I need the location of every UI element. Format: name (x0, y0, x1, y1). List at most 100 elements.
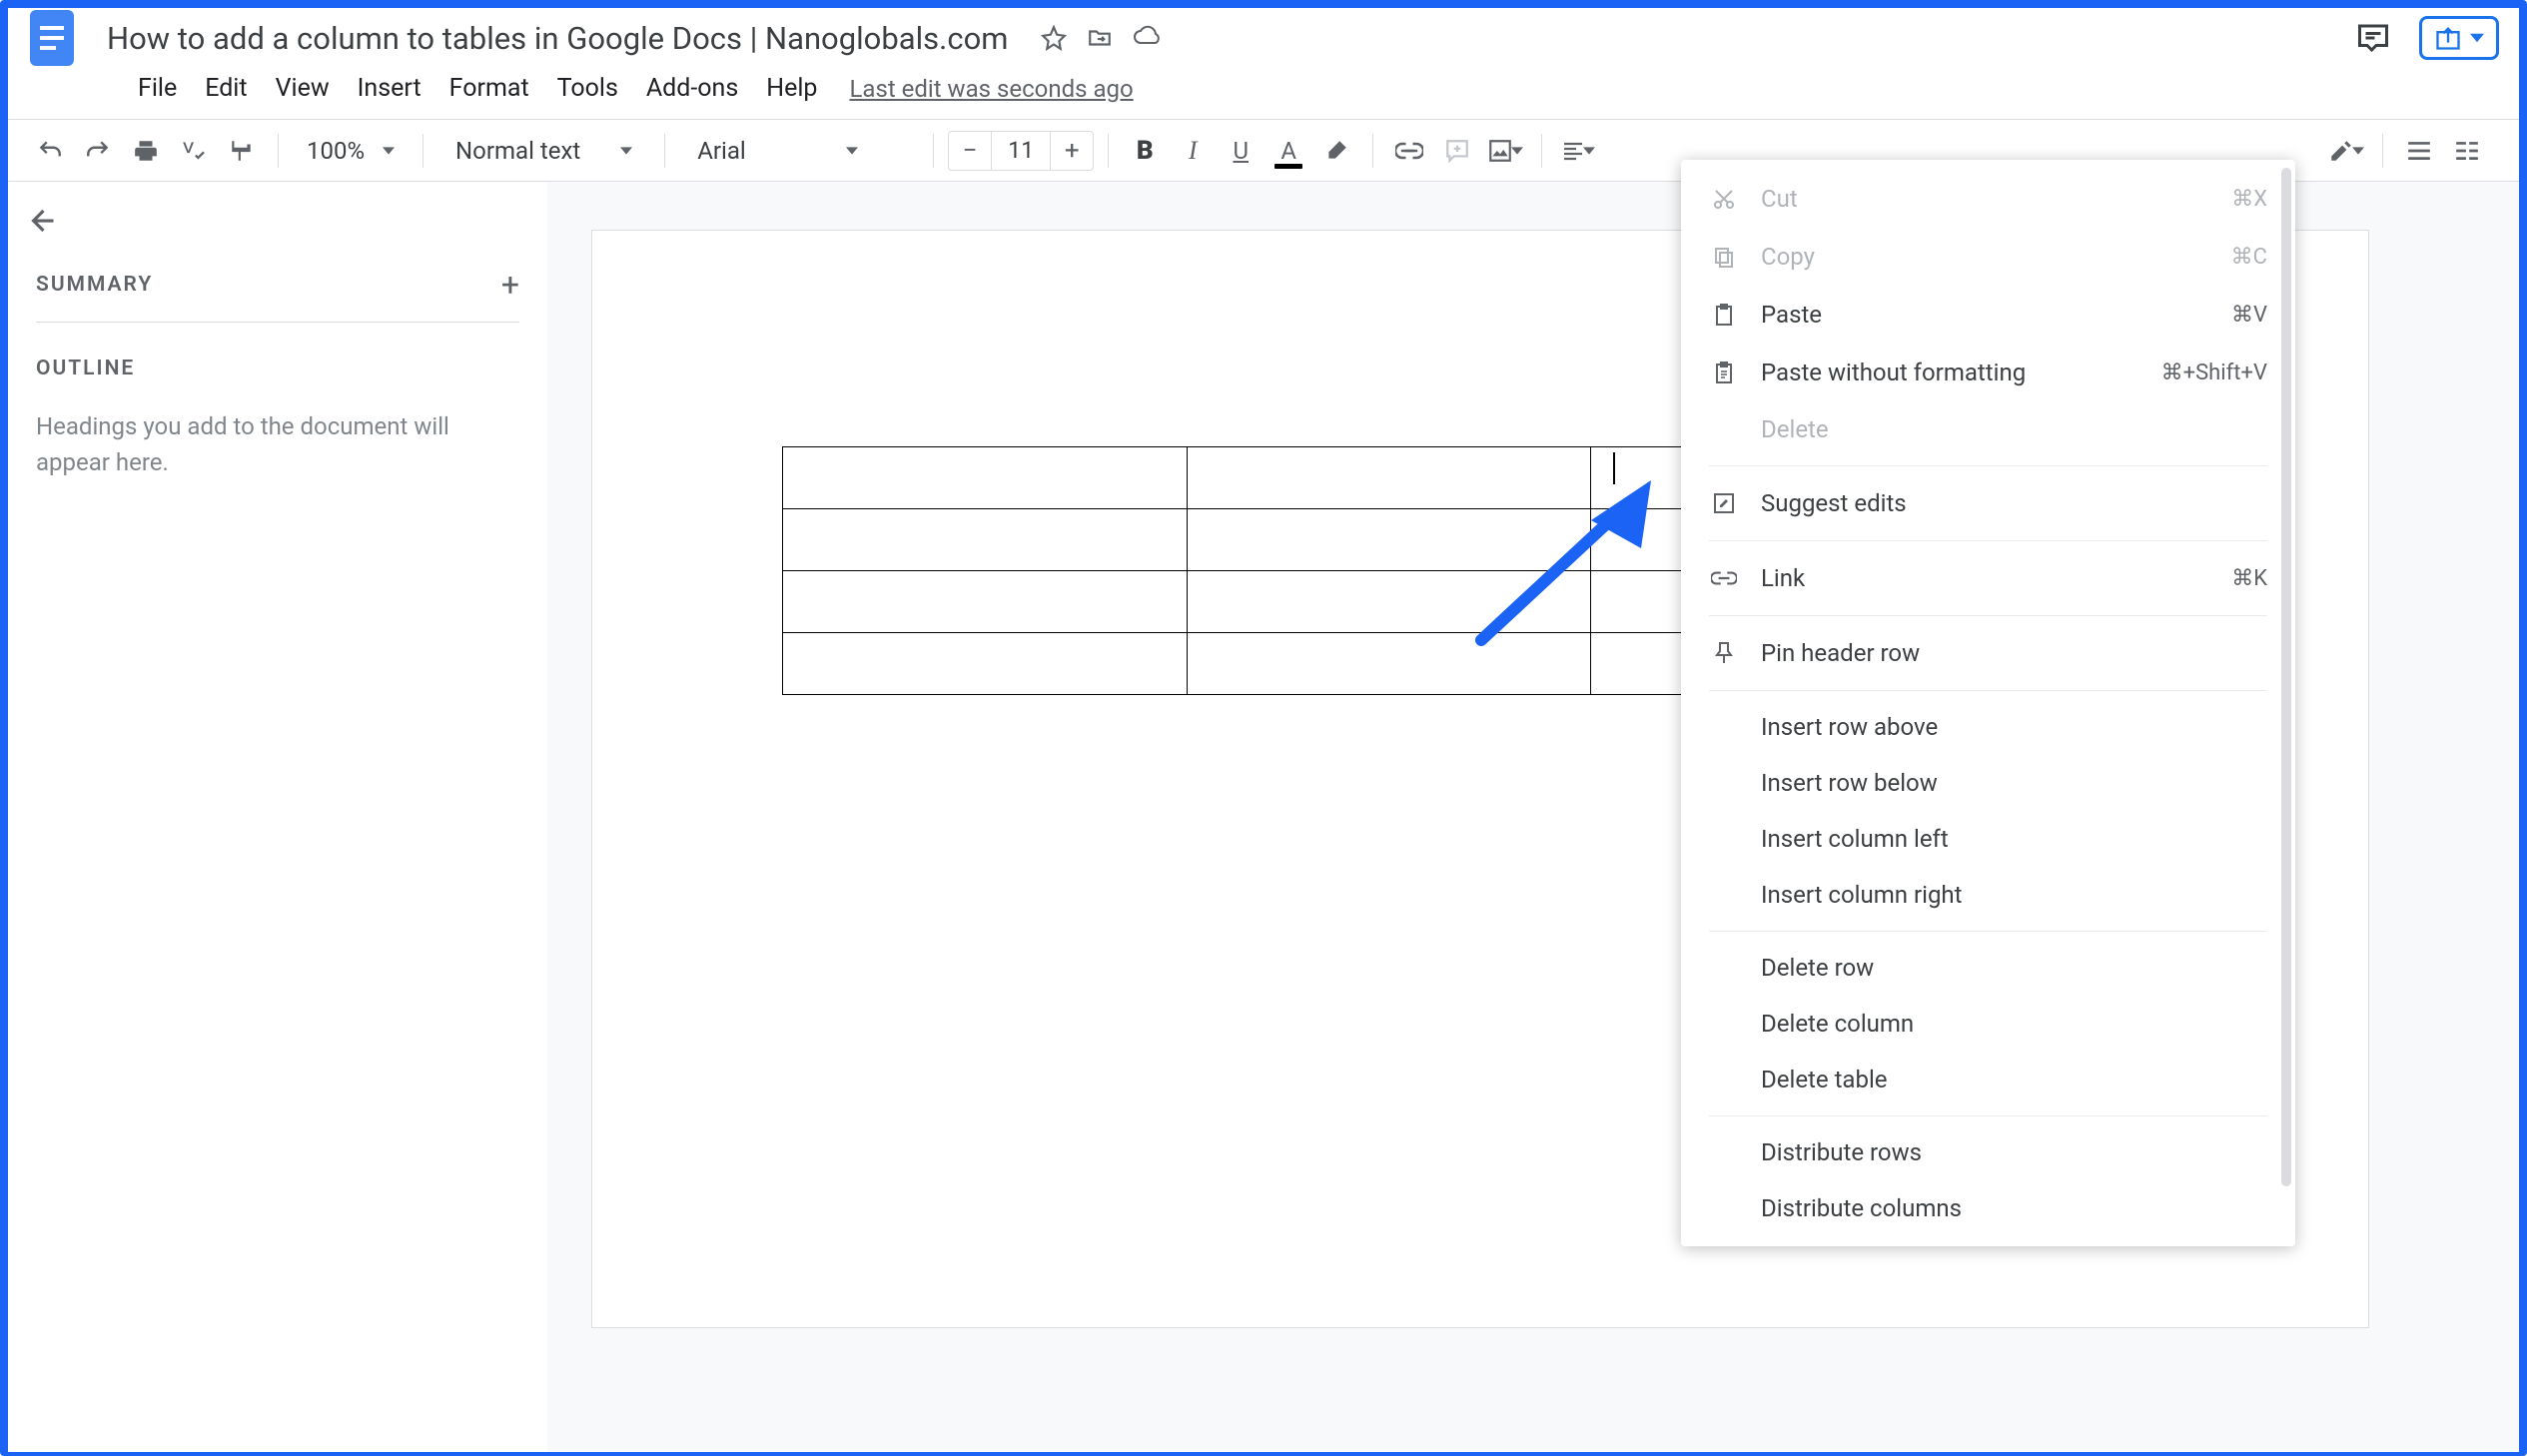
cm-pin-header[interactable]: Pin header row (1681, 624, 2295, 682)
context-menu-scrollbar[interactable] (2281, 168, 2291, 1256)
pin-icon (1709, 638, 1739, 668)
summary-header: SUMMARY (36, 273, 153, 297)
text-color-button[interactable]: A (1266, 129, 1310, 173)
menu-help[interactable]: Help (752, 68, 831, 109)
context-menu: Cut ⌘X Copy ⌘C Paste ⌘V Paste without fo… (1681, 160, 2295, 1246)
highlight-button[interactable] (1314, 129, 1358, 173)
cm-label: Pin header row (1761, 639, 1920, 667)
cm-paste[interactable]: Paste ⌘V (1681, 286, 2295, 344)
menu-tools[interactable]: Tools (543, 68, 632, 109)
outline-header: OUTLINE (36, 357, 519, 380)
zoom-value: 100% (307, 137, 365, 165)
move-icon[interactable] (1087, 25, 1113, 51)
cm-paste-plain[interactable]: Paste without formatting ⌘+Shift+V (1681, 344, 2295, 401)
cloud-status-icon[interactable] (1133, 25, 1163, 51)
insert-image-button[interactable] (1483, 129, 1527, 173)
star-icon[interactable] (1041, 25, 1067, 51)
cm-label: Insert column right (1761, 881, 1963, 909)
cm-shortcut: ⌘C (2231, 245, 2267, 270)
edit-mode-button[interactable] (2324, 129, 2368, 173)
menu-bar: File Edit View Insert Format Tools Add-o… (8, 64, 2519, 120)
cm-label: Delete column (1761, 1010, 1914, 1038)
cm-label: Insert row above (1761, 713, 1938, 741)
font-size-input[interactable]: 11 (991, 132, 1051, 170)
last-edit-link[interactable]: Last edit was seconds ago (849, 75, 1133, 103)
title-bar: How to add a column to tables in Google … (8, 8, 2519, 64)
comments-icon[interactable] (2355, 20, 2391, 56)
outline-empty-text: Headings you add to the document will ap… (36, 408, 495, 480)
cm-cut[interactable]: Cut ⌘X (1681, 170, 2295, 228)
menu-file[interactable]: File (124, 68, 191, 109)
text-cursor (1613, 452, 1615, 484)
paint-format-button[interactable] (220, 129, 264, 173)
link-icon (1709, 563, 1739, 593)
italic-button[interactable]: I (1171, 129, 1215, 173)
outline-sidebar: SUMMARY + OUTLINE Headings you add to th… (8, 182, 547, 1452)
cm-copy[interactable]: Copy ⌘C (1681, 228, 2295, 286)
cm-delete-row[interactable]: Delete row (1681, 940, 2295, 996)
insert-comment-button[interactable] (1435, 129, 1479, 173)
sidebar-back-button[interactable] (26, 206, 56, 236)
cm-delete-table[interactable]: Delete table (1681, 1052, 2295, 1107)
table-cell[interactable] (783, 633, 1188, 695)
paste-plain-icon (1709, 358, 1739, 387)
cm-distribute-cols[interactable]: Distribute columns (1681, 1180, 2295, 1236)
spellcheck-button[interactable] (172, 129, 216, 173)
cm-label: Copy (1761, 243, 1815, 271)
table-cell[interactable] (783, 571, 1188, 633)
cm-label: Cut (1761, 185, 1798, 213)
insert-link-button[interactable] (1387, 129, 1431, 173)
copy-icon (1709, 242, 1739, 272)
table-cell[interactable] (1187, 633, 1591, 695)
table-cell[interactable] (783, 447, 1188, 509)
cm-suggest-edits[interactable]: Suggest edits (1681, 474, 2295, 532)
cm-label: Paste (1761, 301, 1822, 329)
bold-button[interactable]: B (1123, 129, 1167, 173)
cm-label: Delete (1761, 415, 1829, 443)
zoom-select[interactable]: 100% (293, 137, 409, 165)
font-size-control: − 11 + (948, 131, 1094, 171)
redo-button[interactable] (76, 129, 120, 173)
print-button[interactable] (124, 129, 168, 173)
menu-format[interactable]: Format (435, 68, 543, 109)
cm-label: Distribute rows (1761, 1138, 1922, 1166)
cm-insert-row-above[interactable]: Insert row above (1681, 699, 2295, 755)
share-button[interactable] (2419, 16, 2499, 60)
docs-logo-icon[interactable] (24, 10, 80, 66)
cm-link[interactable]: Link ⌘K (1681, 549, 2295, 607)
table-cell[interactable] (783, 509, 1188, 571)
cm-insert-col-left[interactable]: Insert column left (1681, 811, 2295, 867)
document-title[interactable]: How to add a column to tables in Google … (98, 17, 1017, 60)
cm-label: Suggest edits (1761, 489, 1907, 517)
cm-label: Delete table (1761, 1066, 1888, 1093)
menu-insert[interactable]: Insert (344, 68, 435, 109)
cm-label: Insert row below (1761, 769, 1938, 797)
suggest-icon (1709, 488, 1739, 518)
cm-label: Distribute columns (1761, 1194, 1962, 1222)
style-value: Normal text (455, 137, 580, 165)
table-cell[interactable] (1187, 571, 1591, 633)
align-button[interactable] (1556, 129, 1600, 173)
font-size-decrease[interactable]: − (949, 136, 991, 166)
cm-label: Paste without formatting (1761, 359, 2026, 386)
hide-menus-button[interactable] (2397, 129, 2441, 173)
table-cell[interactable] (1187, 447, 1591, 509)
menu-edit[interactable]: Edit (191, 68, 261, 109)
font-select[interactable]: Arial (679, 137, 919, 165)
menu-addons[interactable]: Add-ons (632, 68, 752, 109)
underline-button[interactable]: U (1219, 129, 1263, 173)
cm-label: Delete row (1761, 954, 1874, 982)
cm-insert-col-right[interactable]: Insert column right (1681, 867, 2295, 923)
font-size-increase[interactable]: + (1051, 136, 1093, 166)
undo-button[interactable] (28, 129, 72, 173)
cm-delete[interactable]: Delete (1681, 401, 2295, 457)
more-toolbar-button[interactable] (2445, 129, 2489, 173)
table-cell[interactable] (1187, 509, 1591, 571)
cm-insert-row-below[interactable]: Insert row below (1681, 755, 2295, 811)
cm-label: Link (1761, 564, 1805, 592)
cm-distribute-rows[interactable]: Distribute rows (1681, 1124, 2295, 1180)
paragraph-style-select[interactable]: Normal text (437, 137, 650, 165)
add-summary-button[interactable]: + (501, 266, 519, 304)
cm-delete-col[interactable]: Delete column (1681, 996, 2295, 1052)
menu-view[interactable]: View (262, 68, 344, 109)
